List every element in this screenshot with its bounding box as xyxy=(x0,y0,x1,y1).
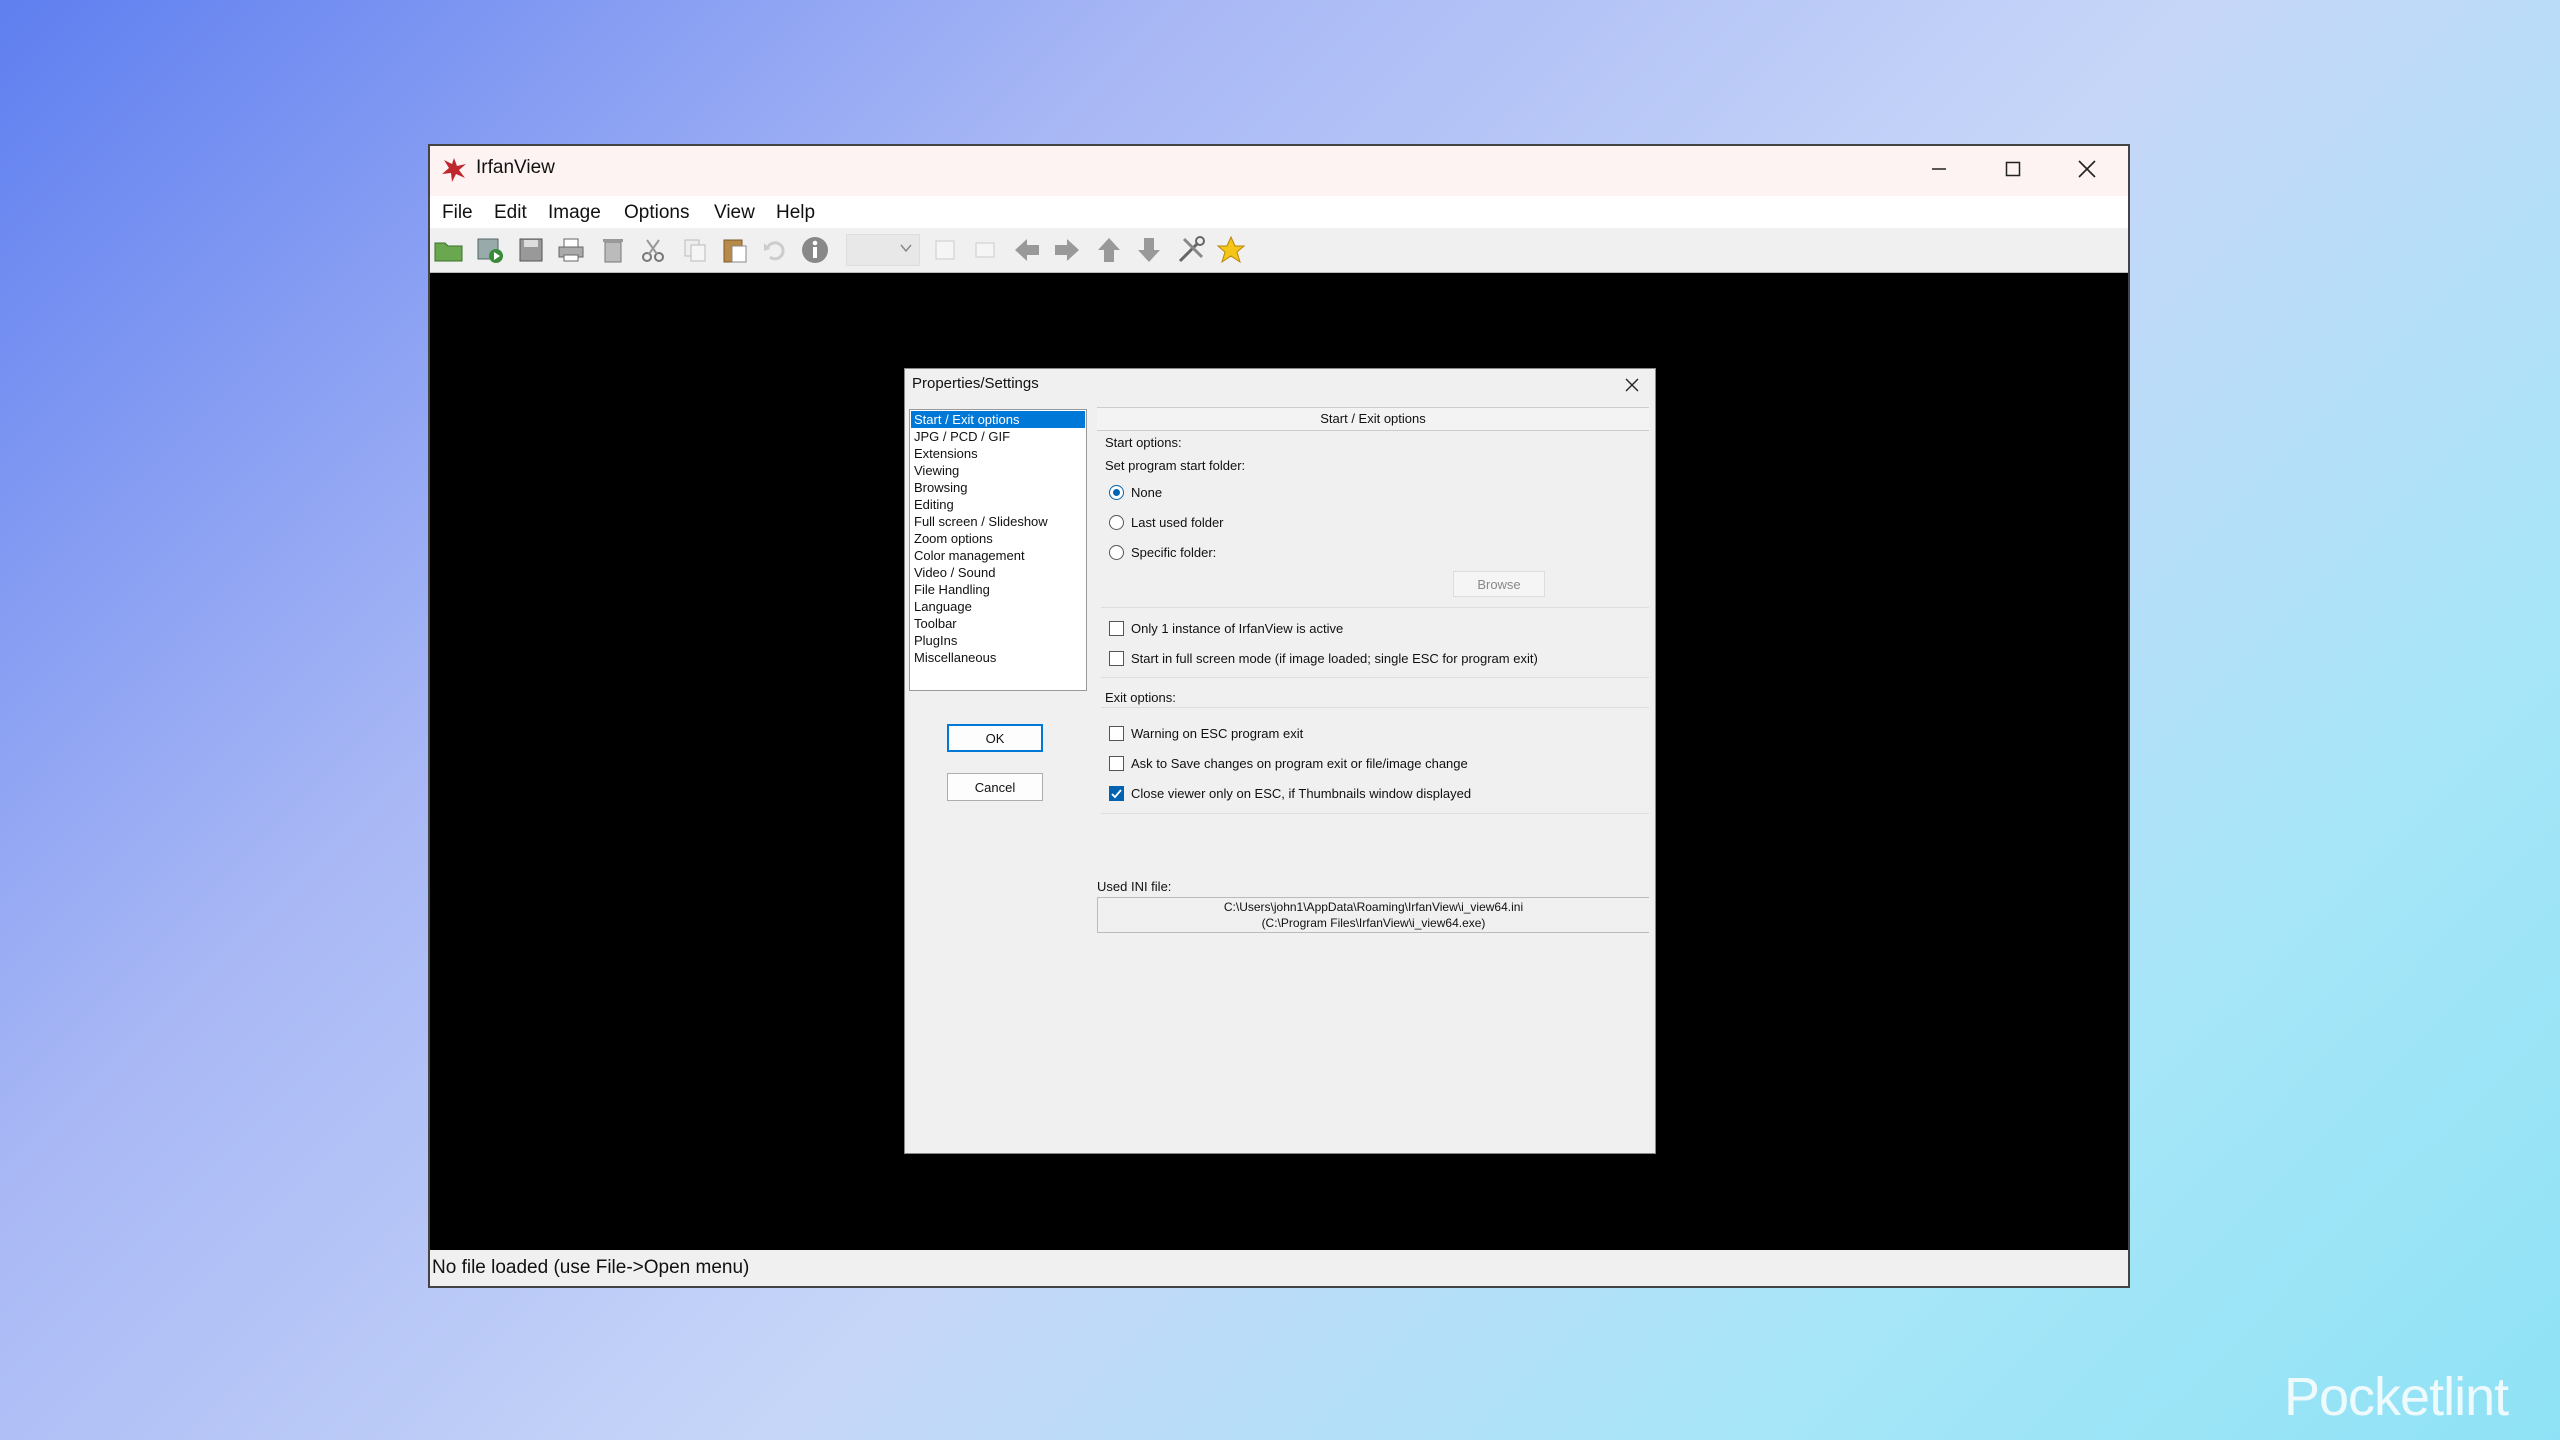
checkbox-ask-save-label: Ask to Save changes on program exit or f… xyxy=(1131,756,1468,771)
exe-file-path: (C:\Program Files\IrfanView\i_view64.exe… xyxy=(1261,916,1486,930)
fit-icon[interactable] xyxy=(928,233,962,267)
copy-icon[interactable] xyxy=(678,233,712,267)
cut-icon[interactable] xyxy=(636,233,670,267)
checkbox-ask-save[interactable] xyxy=(1109,756,1124,771)
ini-file-path-box: C:\Users\john1\AppData\Roaming\IrfanView… xyxy=(1097,897,1649,933)
options-panel: Start / Exit options Start options: Set … xyxy=(1097,407,1653,1151)
maximize-button[interactable] xyxy=(1976,146,2050,196)
paste-icon[interactable] xyxy=(718,233,752,267)
category-zoom-options[interactable]: Zoom options xyxy=(911,530,1085,547)
divider xyxy=(1101,607,1649,608)
divider xyxy=(1101,677,1649,678)
favorite-icon[interactable] xyxy=(1214,233,1248,267)
radio-none-label: None xyxy=(1131,485,1163,500)
close-button[interactable] xyxy=(2050,146,2124,196)
dialog-title: Properties/Settings xyxy=(912,375,1039,392)
checkmark-icon xyxy=(1111,789,1122,799)
category-color-management[interactable]: Color management xyxy=(911,547,1085,564)
menu-view[interactable]: View xyxy=(714,202,755,224)
exit-options-label: Exit options: xyxy=(1105,690,1176,705)
fullscreen-icon[interactable] xyxy=(968,233,1002,267)
checkbox-close-viewer-label: Close viewer only on ESC, if Thumbnails … xyxy=(1131,786,1472,801)
ini-file-path: C:\Users\john1\AppData\Roaming\IrfanView… xyxy=(1223,900,1524,914)
close-icon xyxy=(1625,378,1639,397)
category-miscellaneous[interactable]: Miscellaneous xyxy=(911,649,1085,666)
minimize-button[interactable] xyxy=(1902,146,1976,196)
panel-header: Start / Exit options xyxy=(1097,407,1649,431)
category-start-exit[interactable]: Start / Exit options xyxy=(911,411,1085,428)
settings-icon[interactable] xyxy=(1174,233,1208,267)
dialog-close-button[interactable] xyxy=(1617,372,1647,402)
category-viewing[interactable]: Viewing xyxy=(911,462,1085,479)
checkbox-single-instance-label: Only 1 instance of IrfanView is active xyxy=(1131,621,1344,636)
start-folder-label: Set program start folder: xyxy=(1105,458,1246,473)
checkbox-fullscreen-start[interactable] xyxy=(1109,651,1124,666)
radio-last-used-folder-label: Last used folder xyxy=(1131,515,1224,530)
menu-file[interactable]: File xyxy=(442,202,473,224)
menu-options[interactable]: Options xyxy=(624,202,689,224)
category-file-handling[interactable]: File Handling xyxy=(911,581,1085,598)
start-options-label: Start options: xyxy=(1105,435,1182,450)
browse-button[interactable]: Browse xyxy=(1453,571,1545,597)
title-bar[interactable]: IrfanView xyxy=(430,146,2128,196)
category-list[interactable]: Start / Exit options JPG / PCD / GIF Ext… xyxy=(909,409,1087,691)
close-icon xyxy=(2078,159,2096,183)
category-jpg-pcd-gif[interactable]: JPG / PCD / GIF xyxy=(911,428,1085,445)
settings-dialog: Properties/Settings Start / Exit options… xyxy=(904,368,1656,1154)
radio-specific-folder[interactable] xyxy=(1109,545,1124,560)
checkbox-single-instance[interactable] xyxy=(1109,621,1124,636)
checkbox-fullscreen-start-label: Start in full screen mode (if image load… xyxy=(1131,651,1538,666)
menu-help[interactable]: Help xyxy=(776,202,815,224)
next-icon[interactable] xyxy=(1050,233,1084,267)
checkbox-warn-esc-label: Warning on ESC program exit xyxy=(1131,726,1304,741)
maximize-icon xyxy=(2005,161,2021,182)
zoom-combo[interactable] xyxy=(846,234,920,266)
toolbar xyxy=(430,228,2128,273)
status-text: No file loaded (use File->Open menu) xyxy=(432,1257,750,1278)
checkbox-close-viewer[interactable] xyxy=(1109,786,1124,801)
divider xyxy=(1101,813,1649,814)
divider xyxy=(1101,707,1649,708)
cancel-button[interactable]: Cancel xyxy=(947,773,1043,801)
delete-icon[interactable] xyxy=(596,233,630,267)
category-extensions[interactable]: Extensions xyxy=(911,445,1085,462)
slideshow-icon[interactable] xyxy=(474,233,508,267)
category-editing[interactable]: Editing xyxy=(911,496,1085,513)
chevron-down-icon xyxy=(899,241,913,260)
ok-button[interactable]: OK xyxy=(947,724,1043,752)
save-icon[interactable] xyxy=(514,233,548,267)
status-bar: No file loaded (use File->Open menu) xyxy=(430,1250,2128,1286)
undo-icon[interactable] xyxy=(758,233,792,267)
category-fullscreen-slideshow[interactable]: Full screen / Slideshow xyxy=(911,513,1085,530)
checkbox-warn-esc[interactable] xyxy=(1109,726,1124,741)
irfanview-app-icon xyxy=(440,156,468,184)
window-title: IrfanView xyxy=(476,157,555,178)
print-icon[interactable] xyxy=(554,233,588,267)
menu-edit[interactable]: Edit xyxy=(494,202,527,224)
category-video-sound[interactable]: Video / Sound xyxy=(911,564,1085,581)
minimize-icon xyxy=(1931,161,1947,182)
category-language[interactable]: Language xyxy=(911,598,1085,615)
radio-none[interactable] xyxy=(1109,485,1124,500)
prev-icon[interactable] xyxy=(1010,233,1044,267)
category-browsing[interactable]: Browsing xyxy=(911,479,1085,496)
ini-file-label: Used INI file: xyxy=(1097,879,1172,894)
info-icon[interactable] xyxy=(798,233,832,267)
category-plugins[interactable]: PlugIns xyxy=(911,632,1085,649)
menu-bar: File Edit Image Options View Help xyxy=(430,196,2128,229)
category-toolbar[interactable]: Toolbar xyxy=(911,615,1085,632)
radio-specific-folder-label: Specific folder: xyxy=(1131,545,1217,560)
radio-last-used-folder[interactable] xyxy=(1109,515,1124,530)
menu-image[interactable]: Image xyxy=(548,202,601,224)
open-folder-icon[interactable] xyxy=(432,233,466,267)
up-icon[interactable] xyxy=(1092,233,1126,267)
watermark-logo: Pocketlint xyxy=(2284,1367,2509,1427)
down-icon[interactable] xyxy=(1132,233,1166,267)
